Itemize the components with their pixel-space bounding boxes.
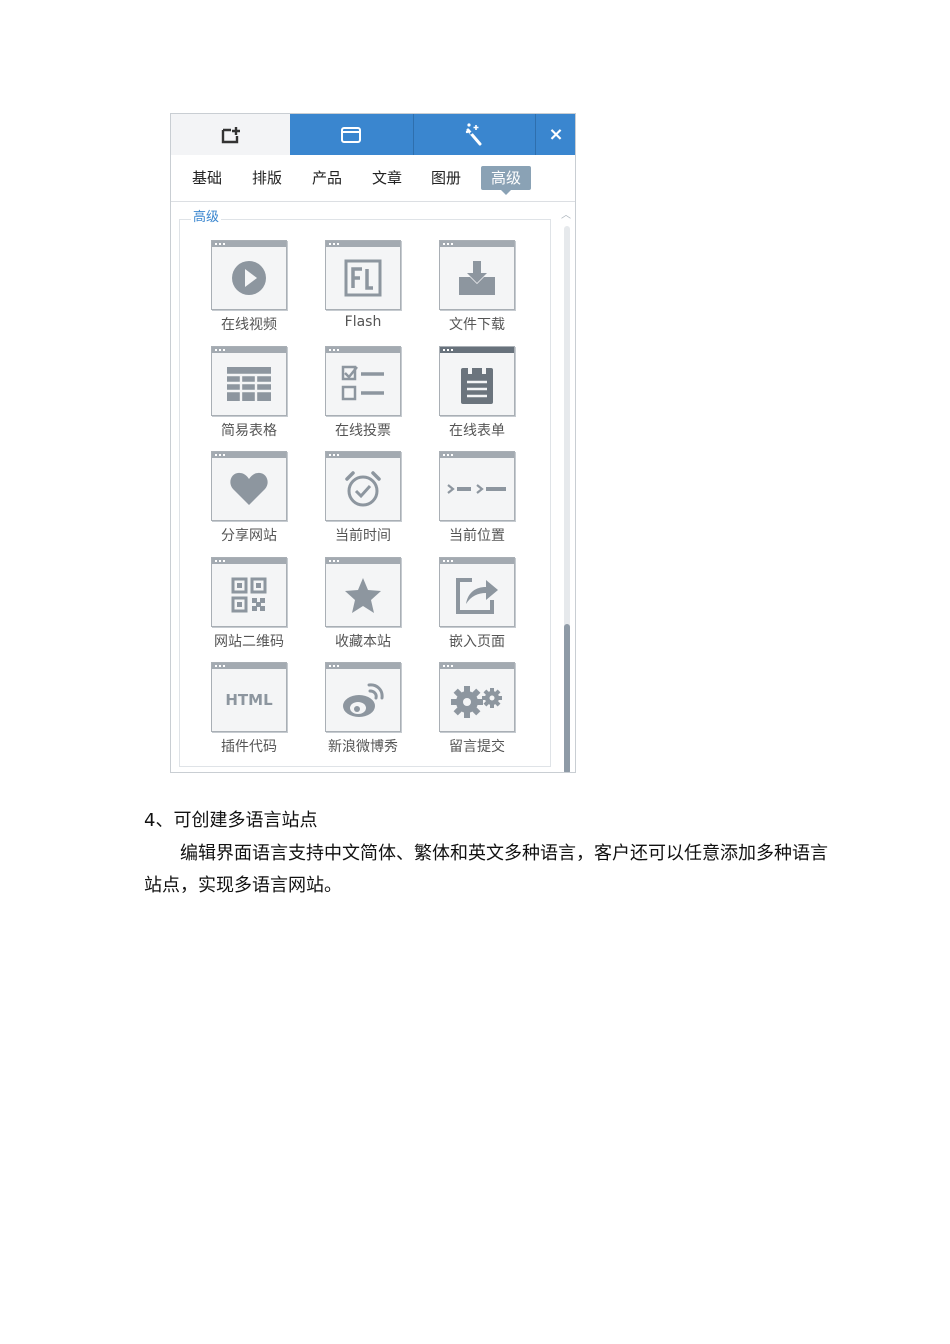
module-label: 收藏本站 bbox=[335, 634, 391, 650]
module-label: 当前时间 bbox=[335, 528, 391, 544]
effects-tab-button[interactable] bbox=[413, 114, 535, 155]
module-label: 文件下载 bbox=[449, 317, 505, 333]
magic-wand-icon bbox=[465, 122, 481, 145]
tab-advanced[interactable]: 高级 bbox=[481, 166, 532, 195]
section-heading: 4、可创建多语言站点 bbox=[144, 810, 318, 831]
advanced-modules-panel: × 基础 排版 产品 文章 图册 高级 高级 ︿ 在线视频 Flash 文件下载 bbox=[170, 113, 576, 773]
module-online-vote[interactable]: 在线投票 bbox=[325, 346, 401, 440]
module-label: 网站二维码 bbox=[214, 634, 284, 650]
category-tabs: 基础 排版 产品 文章 图册 高级 bbox=[171, 155, 575, 202]
module-current-position[interactable]: 当前位置 bbox=[439, 451, 515, 545]
module-label: 在线投票 bbox=[335, 423, 391, 439]
vote-icon bbox=[341, 365, 384, 401]
tab-article[interactable]: 文章 bbox=[372, 166, 402, 190]
module-label: 嵌入页面 bbox=[449, 634, 505, 650]
module-message-submit[interactable]: 留言提交 bbox=[439, 662, 515, 756]
breadcrumb-icon bbox=[447, 484, 506, 494]
module-label: 新浪微博秀 bbox=[328, 739, 398, 755]
module-label: 插件代码 bbox=[221, 739, 277, 755]
play-icon bbox=[232, 261, 266, 295]
module-current-time[interactable]: 当前时间 bbox=[325, 451, 401, 545]
star-icon bbox=[345, 578, 381, 613]
add-module-button[interactable] bbox=[171, 114, 290, 155]
module-label: 分享网站 bbox=[221, 528, 277, 544]
module-site-qr-code[interactable]: 网站二维码 bbox=[211, 557, 287, 651]
module-online-form[interactable]: 在线表单 bbox=[439, 346, 515, 440]
module-online-video[interactable]: 在线视频 bbox=[211, 240, 287, 334]
body-paragraph: 编辑界面语言支持中文简体、繁体和英文多种语言，客户还可以任意添加多种语言站点，实… bbox=[144, 843, 828, 896]
tab-album[interactable]: 图册 bbox=[431, 166, 461, 190]
tab-product[interactable]: 产品 bbox=[312, 166, 342, 190]
window-icon bbox=[341, 126, 361, 143]
weibo-icon bbox=[343, 683, 384, 717]
gears-icon bbox=[451, 686, 502, 718]
close-button[interactable]: × bbox=[535, 114, 575, 155]
add-module-icon bbox=[221, 126, 240, 143]
clock-icon bbox=[345, 471, 381, 507]
module-label: 当前位置 bbox=[449, 528, 505, 544]
module-label: Flash bbox=[344, 314, 382, 330]
module-label: 在线表单 bbox=[449, 423, 505, 439]
svg-text:HTML: HTML bbox=[225, 691, 273, 709]
download-icon bbox=[459, 261, 495, 295]
module-simple-table[interactable]: 简易表格 bbox=[211, 346, 287, 440]
tab-layout[interactable]: 排版 bbox=[252, 166, 282, 190]
module-label: 在线视频 bbox=[221, 317, 277, 333]
module-label: 简易表格 bbox=[221, 423, 277, 439]
html-icon: HTML bbox=[225, 691, 273, 709]
flash-icon bbox=[344, 259, 382, 297]
form-icon bbox=[461, 364, 493, 404]
share-icon bbox=[456, 578, 498, 614]
module-plugin-code[interactable]: HTML 插件代码 bbox=[211, 662, 287, 756]
table-icon bbox=[227, 367, 271, 401]
tab-basic[interactable]: 基础 bbox=[192, 166, 222, 190]
close-icon: × bbox=[548, 124, 564, 145]
module-file-download[interactable]: 文件下载 bbox=[439, 240, 515, 334]
module-sina-weibo[interactable]: 新浪微博秀 bbox=[325, 662, 401, 756]
window-tab-button[interactable] bbox=[290, 114, 412, 155]
module-label: 留言提交 bbox=[449, 739, 505, 755]
panel-toolbar: × bbox=[171, 114, 575, 155]
section-title: 高级 bbox=[191, 210, 222, 226]
scroll-up-icon[interactable]: ︿ bbox=[561, 206, 571, 221]
module-bookmark-site[interactable]: 收藏本站 bbox=[325, 557, 401, 651]
module-share-site[interactable]: 分享网站 bbox=[211, 451, 287, 545]
qr-code-icon bbox=[231, 577, 267, 613]
module-flash[interactable]: Flash bbox=[325, 240, 401, 330]
module-embed-page[interactable]: 嵌入页面 bbox=[439, 557, 515, 651]
heart-icon bbox=[230, 472, 268, 505]
scrollbar-thumb[interactable] bbox=[564, 624, 570, 772]
